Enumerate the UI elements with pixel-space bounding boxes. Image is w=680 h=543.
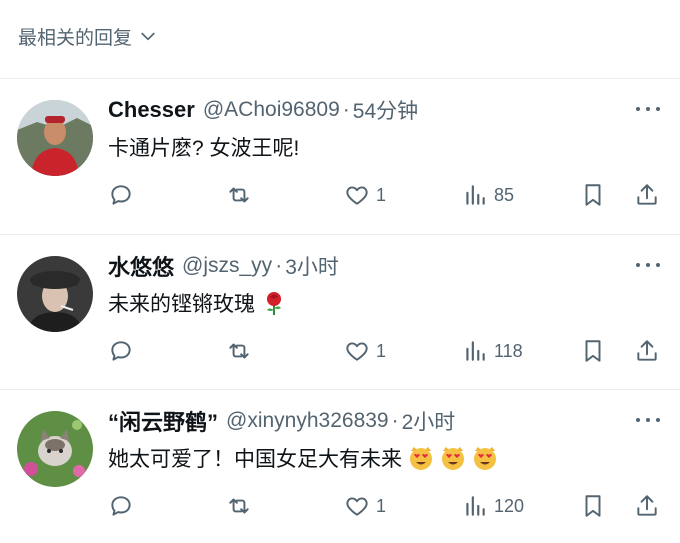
heart-eyes-cat-icon [440, 445, 466, 471]
reply[interactable]: “闲云野鹤” @xinynyh326839 · 2小时 她太可爱了！中国女足大有… [0, 407, 680, 537]
reply-text: 卡通片麽? 女波王呢! [108, 132, 299, 162]
sort-label: 最相关的回复 [18, 27, 133, 49]
heart-icon [346, 342, 368, 361]
rose-icon [261, 290, 287, 316]
timestamp[interactable]: 3小时 [285, 251, 339, 281]
user-handle[interactable]: @jszs_yy [182, 254, 272, 278]
more-options-icon[interactable] [636, 415, 660, 425]
timestamp[interactable]: 2小时 [402, 406, 456, 436]
reply-button[interactable] [108, 336, 134, 366]
bookmark-button[interactable] [580, 491, 606, 521]
reply-text-content: 卡通片麽? 女波王呢! [108, 137, 300, 160]
bookmark-icon [585, 495, 601, 517]
repost-icon [229, 498, 249, 514]
heart-eyes-cat-icon [472, 445, 498, 471]
chevron-down-icon [141, 32, 155, 41]
reply-button[interactable] [108, 180, 134, 210]
like-button[interactable]: 1 [344, 491, 386, 521]
reply-text: 未来的铿锵玫瑰 [108, 288, 287, 318]
analytics-icon [466, 185, 485, 205]
separator-dot: · [275, 254, 283, 277]
avatar[interactable] [17, 411, 93, 487]
display-name[interactable]: “闲云野鹤” [108, 405, 218, 437]
bookmark-button[interactable] [580, 180, 606, 210]
view-count: 120 [494, 495, 525, 516]
like-count: 1 [376, 495, 387, 516]
heart-eyes-cat-icon [408, 445, 434, 471]
reply-text-content: 她太可爱了！中国女足大有未来 [108, 448, 402, 471]
views-button[interactable]: 85 [462, 180, 514, 210]
user-handle[interactable]: @AChoi96809 [203, 98, 340, 122]
separator-dot: · [391, 409, 399, 432]
repost-icon [229, 187, 249, 203]
share-icon [637, 340, 657, 361]
reply-header: Chesser @AChoi96809 · 54分钟 [108, 96, 418, 124]
repost-icon [229, 343, 249, 359]
reply-header: “闲云野鹤” @xinynyh326839 · 2小时 [108, 407, 455, 435]
like-count: 1 [376, 340, 387, 361]
reply[interactable]: Chesser @AChoi96809 · 54分钟 卡通片麽? 女波王呢! 1… [0, 96, 680, 226]
display-name[interactable]: Chesser [108, 97, 195, 123]
analytics-icon [466, 341, 485, 361]
views-button[interactable]: 118 [462, 336, 523, 366]
reply-header: 水悠悠 @jszs_yy · 3小时 [108, 252, 339, 280]
view-count: 85 [494, 184, 515, 205]
share-button[interactable] [634, 180, 660, 210]
avatar[interactable] [17, 256, 93, 332]
separator-dot: · [342, 98, 350, 121]
views-button[interactable]: 120 [462, 491, 524, 521]
sort-selector[interactable]: 最相关的回复 [18, 20, 158, 52]
like-count: 1 [376, 184, 387, 205]
like-button[interactable]: 1 [344, 180, 386, 210]
action-bar: 1 85 [0, 180, 680, 210]
reply-text-content: 未来的铿锵玫瑰 [108, 293, 255, 316]
more-options-icon[interactable] [636, 260, 660, 270]
reply-icon [111, 341, 131, 361]
user-handle[interactable]: @xinynyh326839 [226, 409, 389, 433]
share-icon [637, 184, 657, 205]
bookmark-button[interactable] [580, 336, 606, 366]
heart-icon [346, 497, 368, 516]
repost-button[interactable] [226, 336, 252, 366]
share-button[interactable] [634, 491, 660, 521]
avatar[interactable] [17, 100, 93, 176]
more-options-icon[interactable] [636, 104, 660, 114]
timestamp[interactable]: 54分钟 [353, 95, 418, 125]
reply-text: 她太可爱了！中国女足大有未来 [108, 443, 498, 473]
reply-icon [111, 185, 131, 205]
display-name[interactable]: 水悠悠 [108, 250, 174, 282]
bookmark-icon [585, 184, 601, 206]
divider [0, 389, 680, 390]
reply[interactable]: 水悠悠 @jszs_yy · 3小时 未来的铿锵玫瑰 1 118 [0, 252, 680, 382]
like-button[interactable]: 1 [344, 336, 386, 366]
share-icon [637, 495, 657, 516]
repost-button[interactable] [226, 180, 252, 210]
divider [0, 78, 680, 79]
heart-icon [346, 186, 368, 205]
reply-icon [111, 496, 131, 516]
divider [0, 234, 680, 235]
bookmark-icon [585, 340, 601, 362]
analytics-icon [466, 496, 485, 516]
reply-button[interactable] [108, 491, 134, 521]
view-count: 118 [494, 340, 523, 361]
action-bar: 1 118 [0, 336, 680, 366]
action-bar: 1 120 [0, 491, 680, 521]
share-button[interactable] [634, 336, 660, 366]
repost-button[interactable] [226, 491, 252, 521]
